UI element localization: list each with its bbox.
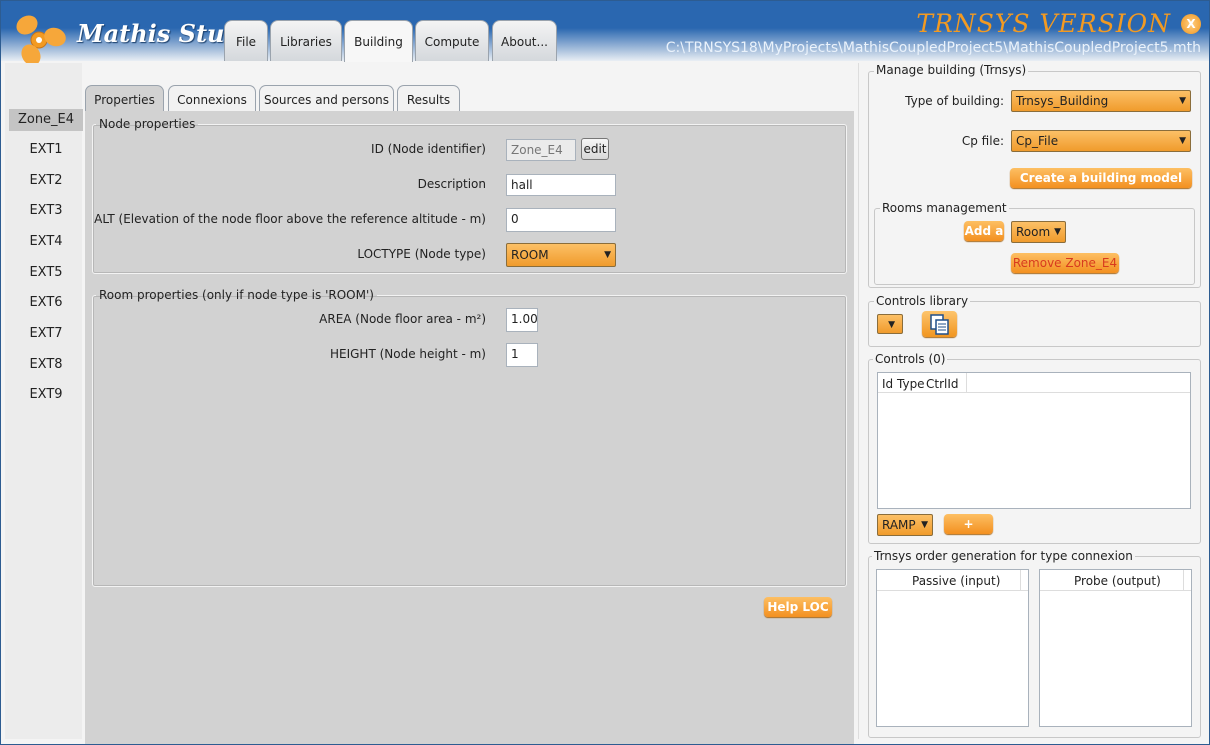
passive-input-header[interactable]: Passive (input) [912,574,1000,588]
chevron-down-icon: ▼ [1179,96,1186,106]
column-header-type[interactable]: Type [897,377,925,391]
alt-label: ALT (Elevation of the node floor above t… [94,212,486,226]
building-type-label: Type of building: [905,94,1004,108]
chevron-down-icon: ▼ [888,320,895,330]
node-properties-legend: Node properties [99,117,196,131]
propeller-logo-icon [16,15,66,66]
room-properties-group: Room properties (only if node type is 'R… [92,288,847,587]
building-type-select[interactable]: Trnsys_Building ▼ [1011,90,1191,112]
close-button[interactable]: X [1181,14,1201,34]
copy-icon [930,314,949,335]
controls-library-legend: Controls library [874,294,971,308]
description-label: Description [417,177,486,191]
area-label: AREA (Node floor area - m²) [319,312,486,326]
zone-item-ext2[interactable]: EXT2 [9,170,83,192]
chevron-down-icon: ▼ [604,250,611,260]
zone-item-ext1[interactable]: EXT1 [9,139,83,161]
tab-compute[interactable]: Compute [415,20,489,61]
zone-item-ext9[interactable]: EXT9 [9,384,83,406]
chevron-down-icon: ▼ [1179,136,1186,146]
room-properties-legend: Room properties (only if node type is 'R… [99,288,374,302]
height-field[interactable]: 1 [506,343,538,367]
loctype-label: LOCTYPE (Node type) [357,247,486,261]
room-type-select[interactable]: Room ▼ [1011,221,1066,243]
id-label: ID (Node identifier) [371,142,486,156]
column-divider [1020,570,1021,590]
column-divider [1183,570,1184,590]
tab-sources-and-persons[interactable]: Sources and persons [259,85,394,112]
description-field[interactable]: hall [506,174,616,196]
tab-file[interactable]: File [224,20,268,61]
chevron-down-icon: ▼ [921,520,928,530]
controls-legend: Controls (0) [873,352,948,366]
title-bar: Mathis Studio File Libraries Building Co… [1,1,1209,66]
controls-table[interactable]: Id Type CtrlId [877,372,1191,509]
zone-item-ext8[interactable]: EXT8 [9,354,83,376]
tab-building[interactable]: Building [344,20,413,62]
cp-file-select[interactable]: Cp_File ▼ [1011,130,1191,152]
alt-field[interactable]: 0 [506,208,616,232]
version-label: TRNSYS VERSION [916,9,1171,38]
cp-file-value: Cp_File [1016,134,1059,148]
building-type-value: Trnsys_Building [1016,94,1109,108]
tab-properties[interactable]: Properties [85,85,164,113]
zone-item-ext5[interactable]: EXT5 [9,262,83,284]
area-field[interactable]: 1.00 [506,308,538,332]
app-window: Mathis Studio File Libraries Building Co… [0,0,1210,745]
room-type-value: Room [1016,225,1051,239]
zone-item-ext6[interactable]: EXT6 [9,292,83,314]
tab-results[interactable]: Results [397,85,460,112]
tab-connexions[interactable]: Connexions [168,85,256,112]
zone-item-ext7[interactable]: EXT7 [9,323,83,345]
loctype-select[interactable]: ROOM ▼ [506,243,616,267]
zone-list: Zone_E4 EXT1 EXT2 EXT3 EXT4 EXT5 EXT6 EX… [5,63,83,739]
cp-file-label: Cp file: [961,134,1004,148]
help-loc-button[interactable]: Help LOC [764,597,832,617]
probe-output-header[interactable]: Probe (output) [1074,574,1161,588]
zone-item-ext3[interactable]: EXT3 [9,200,83,222]
passive-input-list[interactable]: Passive (input) [876,569,1029,727]
id-field[interactable]: Zone_E4 [506,139,576,161]
control-type-select[interactable]: RAMP ▼ [877,514,933,536]
create-building-model-button[interactable]: Create a building model [1010,168,1192,188]
zone-item-ext4[interactable]: EXT4 [9,231,83,253]
remove-zone-button[interactable]: Remove Zone_E4 [1011,253,1119,273]
chevron-down-icon: ▼ [1054,227,1061,237]
column-header-ctrlid[interactable]: CtrlId [926,377,959,391]
manage-building-legend: Manage building (Trnsys) [874,63,1029,77]
properties-panel: Node properties ID (Node identifier) Zon… [85,111,854,744]
probe-output-list[interactable]: Probe (output) [1039,569,1192,727]
add-room-button[interactable]: Add a [964,221,1004,241]
edit-id-button[interactable]: edit [581,138,609,160]
copy-control-button[interactable] [922,311,957,337]
controls-library-select[interactable]: ▼ [877,314,903,334]
file-path: C:\TRNSYS18\MyProjects\MathisCoupledProj… [665,40,1201,56]
rooms-management-group [874,208,1195,285]
control-type-value: RAMP [882,518,916,532]
tab-about[interactable]: About... [492,20,557,61]
trnsys-order-legend: Trnsys order generation for type connexi… [872,549,1135,563]
height-label: HEIGHT (Node height - m) [329,347,486,361]
column-header-id[interactable]: Id [882,377,893,391]
column-divider [966,373,967,392]
rooms-management-legend: Rooms management [880,201,1009,215]
tab-libraries[interactable]: Libraries [270,20,342,61]
loctype-value: ROOM [511,248,549,262]
add-control-button[interactable]: + [944,514,993,534]
zone-item-zone-e4[interactable]: Zone_E4 [9,109,83,131]
